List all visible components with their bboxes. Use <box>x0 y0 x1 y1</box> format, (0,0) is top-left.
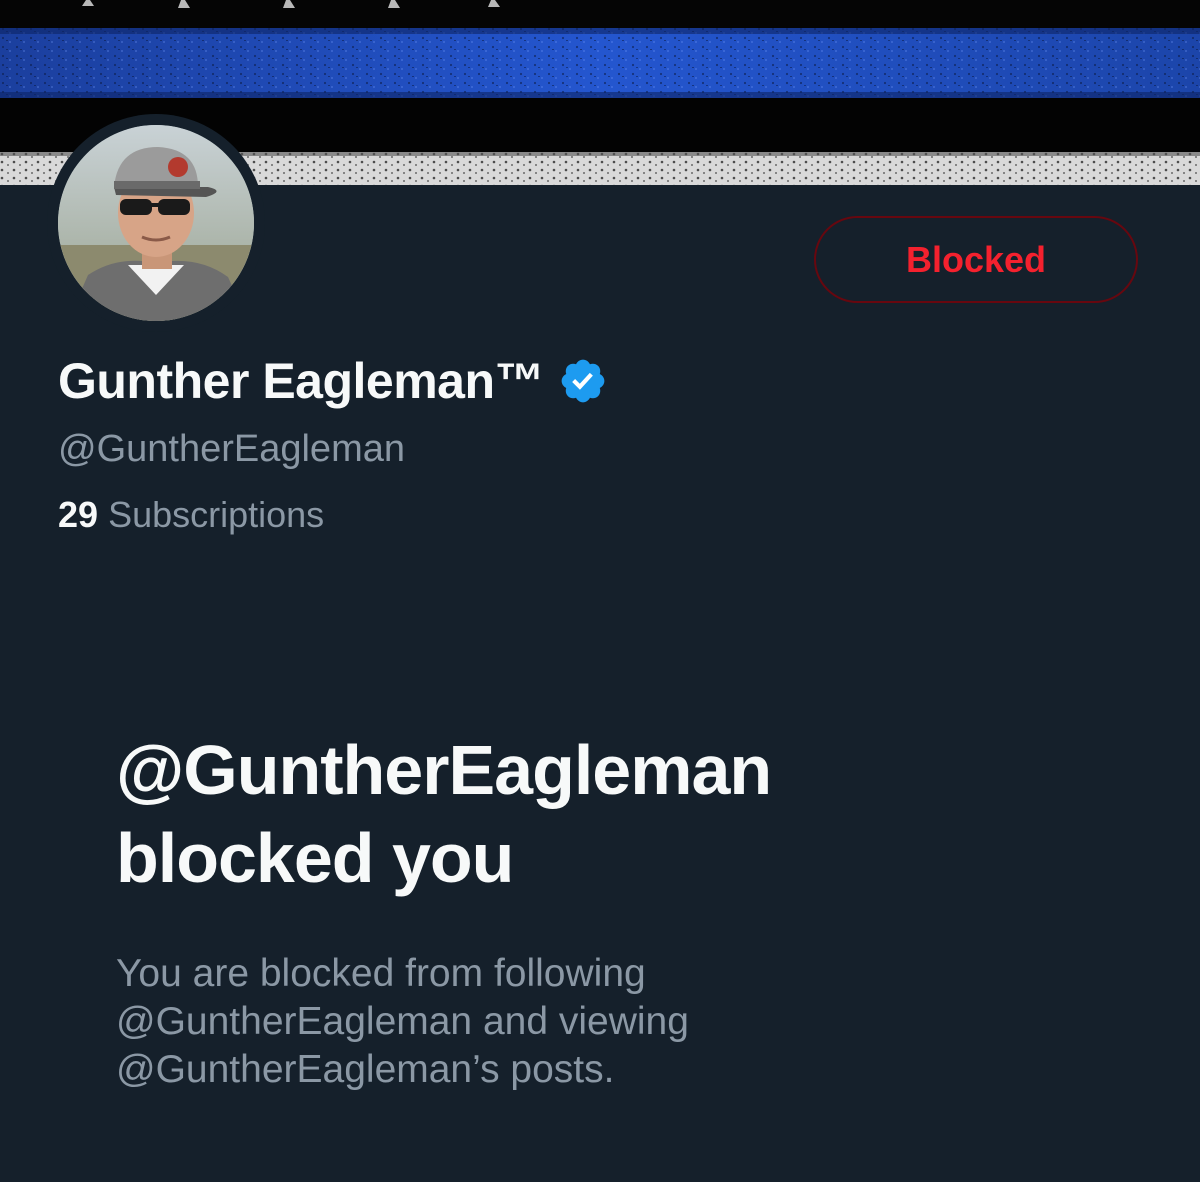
blocked-desc-line-1: You are blocked from following <box>116 952 646 995</box>
avatar-frame[interactable] <box>47 114 265 332</box>
blocked-title-line-2: blocked you <box>116 819 514 897</box>
profile-page: Blocked Gunther Eagleman™ @GuntherEaglem… <box>0 0 1200 1182</box>
avatar[interactable] <box>58 125 254 321</box>
verified-badge-icon[interactable] <box>558 356 608 406</box>
subscriptions-label: Subscriptions <box>108 494 325 535</box>
blocked-desc-line-2: @GuntherEagleman and viewing <box>116 1000 689 1043</box>
blocked-button[interactable]: Blocked <box>814 216 1138 303</box>
blocked-desc-line-3: @GuntherEagleman’s posts. <box>116 1048 615 1091</box>
blocked-notice-description: You are blocked from following @GuntherE… <box>116 950 1116 1094</box>
blocked-title-line-1: @GuntherEagleman <box>116 731 772 809</box>
subscriptions-link[interactable]: 29 Subscriptions <box>58 494 324 536</box>
display-name: Gunther Eagleman™ <box>58 353 545 409</box>
display-name-row: Gunther Eagleman™ <box>58 345 608 417</box>
subscriptions-count: 29 <box>58 494 99 535</box>
profile-handle: @GuntherEagleman <box>58 428 405 470</box>
blocked-notice-title: @GuntherEagleman blocked you <box>116 726 1116 902</box>
